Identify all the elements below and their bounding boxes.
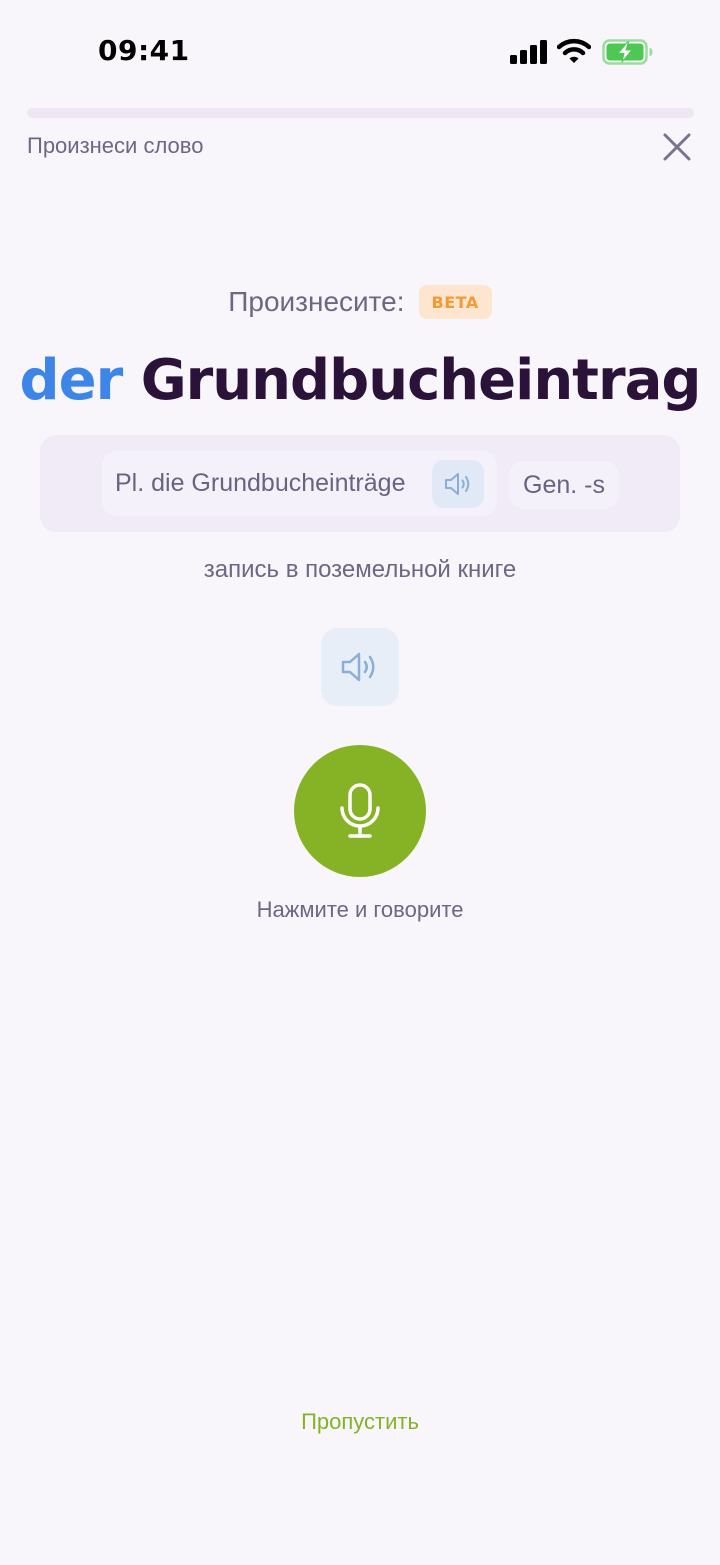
translation-text: запись в поземельной книге xyxy=(203,556,517,583)
prompt-row: Произнесите: BETA xyxy=(0,282,720,322)
speaker-icon xyxy=(341,652,375,682)
plural-form-chip: Pl. die Grundbucheinträge xyxy=(102,451,497,516)
skip-button[interactable]: Пропустить xyxy=(260,1402,460,1442)
beta-badge: BETA xyxy=(418,285,492,319)
word-article: der xyxy=(19,348,124,413)
screen-title: Произнеси слово xyxy=(27,133,204,158)
record-microphone-button[interactable] xyxy=(294,745,426,877)
status-bar: 09:41 xyxy=(0,0,720,100)
genitive-form-chip: Gen. -s xyxy=(509,461,619,509)
microphone-icon xyxy=(340,783,380,838)
status-time: 09:41 xyxy=(98,34,190,67)
record-hint: Нажмите и говорите xyxy=(256,897,464,922)
word-noun: Grundbucheintrag xyxy=(140,348,702,413)
progress-bar xyxy=(27,108,694,118)
close-icon xyxy=(663,133,691,161)
prompt-label: Произнесите: xyxy=(228,286,405,317)
plural-audio-button[interactable] xyxy=(432,460,484,508)
battery-charging-icon xyxy=(602,39,654,70)
close-button[interactable] xyxy=(656,126,698,168)
word-forms-panel: Pl. die Grundbucheinträge Gen. -s xyxy=(40,435,680,532)
wifi-icon xyxy=(556,38,592,69)
target-word: der Grundbucheintrag xyxy=(0,345,720,417)
cellular-signal-icon xyxy=(510,40,548,69)
speaker-icon xyxy=(445,473,470,495)
play-pronunciation-button[interactable] xyxy=(321,628,399,706)
plural-form-text: Pl. die Grundbucheinträge xyxy=(115,469,406,497)
